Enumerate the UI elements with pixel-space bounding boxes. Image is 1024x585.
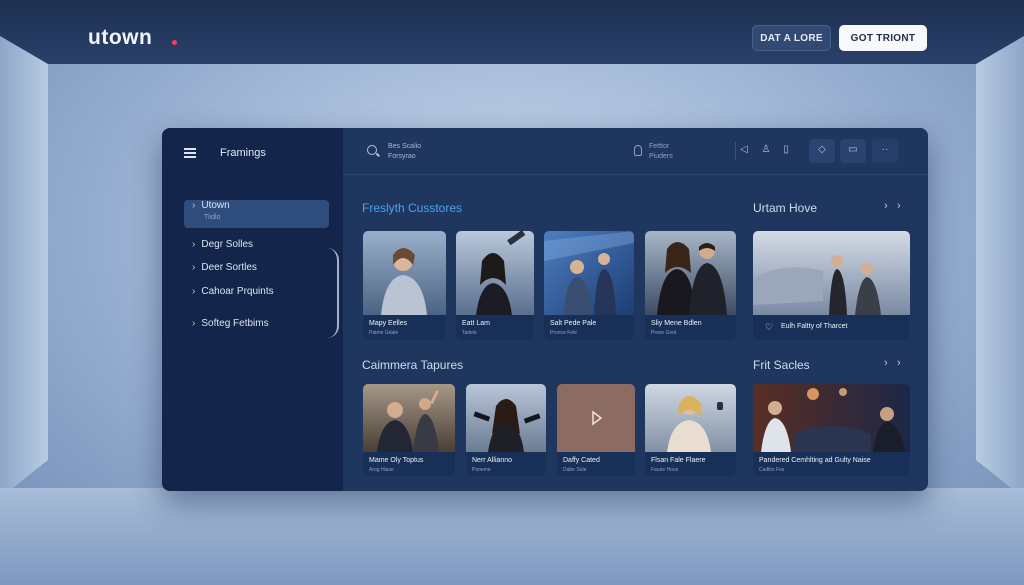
card-thumbnail bbox=[363, 231, 446, 315]
bookmark-icon[interactable]: ▯ bbox=[780, 144, 792, 156]
media-card[interactable]: Sliy Mene Bdlen Prove Goot bbox=[645, 231, 736, 340]
featured-card[interactable]: Pandered Cemhlting ad Gulty Naise Cadibs… bbox=[753, 384, 910, 476]
more-icon: ·· bbox=[881, 144, 889, 155]
chevron-right-icon[interactable]: › bbox=[884, 357, 888, 369]
message-icon: ▭ bbox=[848, 144, 858, 155]
card-caption: Pandered Cemhlting ad Gulty Naise Cadibs… bbox=[753, 452, 910, 476]
card-thumbnail bbox=[645, 384, 736, 452]
room-wall-left bbox=[0, 36, 48, 498]
room-wall-right bbox=[976, 36, 1024, 498]
sidebar-item-cahoar-prquints[interactable]: › Cahoar Prquints bbox=[192, 286, 274, 297]
logo-dot bbox=[172, 40, 177, 45]
sidebar-item-utown-label[interactable]: › Utown bbox=[192, 200, 230, 211]
chevron-right-icon: › bbox=[192, 200, 196, 211]
card-caption: Nerr Allianno Pooeme bbox=[466, 452, 546, 476]
media-card[interactable]: Nerr Allianno Pooeme bbox=[466, 384, 546, 476]
brand-logo[interactable]: utown bbox=[88, 26, 152, 50]
card-thumbnail bbox=[466, 384, 546, 452]
card-thumbnail bbox=[645, 231, 736, 315]
media-card[interactable]: Flsan Fale Flaere Faune Hoos bbox=[645, 384, 736, 476]
sidebar-item-degr-solles[interactable]: › Degr Solles bbox=[192, 239, 253, 250]
chevron-right-icon: › bbox=[192, 239, 196, 250]
card-thumbnail bbox=[753, 384, 910, 452]
room-floor bbox=[0, 488, 1024, 585]
section-title-utam[interactable]: Urtam Hove bbox=[753, 201, 817, 215]
toolbar-divider bbox=[735, 142, 736, 160]
card-caption: Daffy Cated Dabe Sole bbox=[557, 452, 635, 476]
announce-icon[interactable]: ◁ bbox=[738, 144, 750, 156]
card-thumbnail bbox=[753, 231, 910, 315]
sidebar-item-utown-sub: Tiidlo bbox=[204, 214, 221, 221]
search-field[interactable]: Bes Scalio Forsyrao bbox=[388, 142, 421, 162]
card-caption: Flsan Fale Flaere Faune Hoos bbox=[645, 452, 736, 476]
section-title-freslyth[interactable]: Freslyth Cusstores bbox=[362, 201, 462, 215]
get-started-button[interactable]: GOT TRIONT bbox=[839, 25, 927, 51]
card-thumbnail bbox=[363, 384, 455, 452]
heart-icon[interactable]: ♡ bbox=[765, 322, 773, 333]
card-caption: Sliy Mene Bdlen Prove Goot bbox=[645, 315, 736, 340]
data-explore-button[interactable]: DAT A LORE bbox=[752, 25, 831, 51]
main-content: Bes Scalio Forsyrao Fetttor Piuders ◁ ♙ … bbox=[343, 128, 928, 491]
sidebar-item-softeg-fetbims[interactable]: › Softeg Fetbims bbox=[192, 318, 269, 329]
section-title-caimmera[interactable]: Caimmera Tapures bbox=[362, 358, 463, 372]
featured-card[interactable]: ♡ Eulh Faltty of Tharcet bbox=[753, 231, 910, 340]
card-thumbnail bbox=[544, 231, 634, 315]
chevron-right-icon: › bbox=[192, 318, 196, 329]
chevron-right-icon[interactable]: › bbox=[897, 357, 901, 369]
media-card[interactable]: Salt Pede Pale Pronce Fele bbox=[544, 231, 634, 340]
card-caption: Mame Oly Toptus Arog Hiase bbox=[363, 452, 455, 476]
media-card[interactable]: Mame Oly Toptus Arog Hiase bbox=[363, 384, 455, 476]
media-card[interactable]: Mapy Eelles Patme Gdale bbox=[363, 231, 446, 340]
filter-icon[interactable] bbox=[634, 145, 642, 156]
card-caption: ♡ Eulh Faltty of Tharcet bbox=[753, 315, 910, 340]
search-icon[interactable] bbox=[367, 145, 377, 155]
sidebar-title: Framings bbox=[220, 147, 266, 159]
filter-text[interactable]: Fetttor Piuders bbox=[649, 142, 673, 162]
card-thumbnail bbox=[557, 384, 635, 452]
search-bar[interactable]: Bes Scalio Forsyrao Fetttor Piuders ◁ ♙ … bbox=[343, 128, 928, 175]
card-caption: Eatt Lam Tadele bbox=[456, 315, 534, 340]
card-caption: Mapy Eelles Patme Gdale bbox=[363, 315, 446, 340]
media-card[interactable]: Eatt Lam Tadele bbox=[456, 231, 534, 340]
chevron-right-icon[interactable]: › bbox=[897, 200, 901, 212]
chevron-right-icon: › bbox=[192, 286, 196, 297]
video-card[interactable]: Daffy Cated Dabe Sole bbox=[557, 384, 635, 476]
card-thumbnail bbox=[456, 231, 534, 315]
app-window: Framings › Utown Tiidlo › Degr Solles › Dee… bbox=[162, 128, 928, 491]
user-icon[interactable]: ♙ bbox=[760, 144, 772, 156]
section-title-frit[interactable]: Frit Sacles bbox=[753, 358, 810, 372]
sidebar-item-deer-sortles[interactable]: › Deer Sortles bbox=[192, 262, 257, 273]
chevron-right-icon: › bbox=[192, 262, 196, 273]
chevron-right-icon[interactable]: › bbox=[884, 200, 888, 212]
menu-icon[interactable] bbox=[184, 148, 196, 158]
sidebar-scroll-indicator[interactable] bbox=[327, 248, 339, 338]
card-caption: Salt Pede Pale Pronce Fele bbox=[544, 315, 634, 340]
sidebar: Framings › Utown Tiidlo › Degr Solles › Dee… bbox=[162, 128, 343, 491]
tag-icon: ◇ bbox=[818, 144, 826, 155]
